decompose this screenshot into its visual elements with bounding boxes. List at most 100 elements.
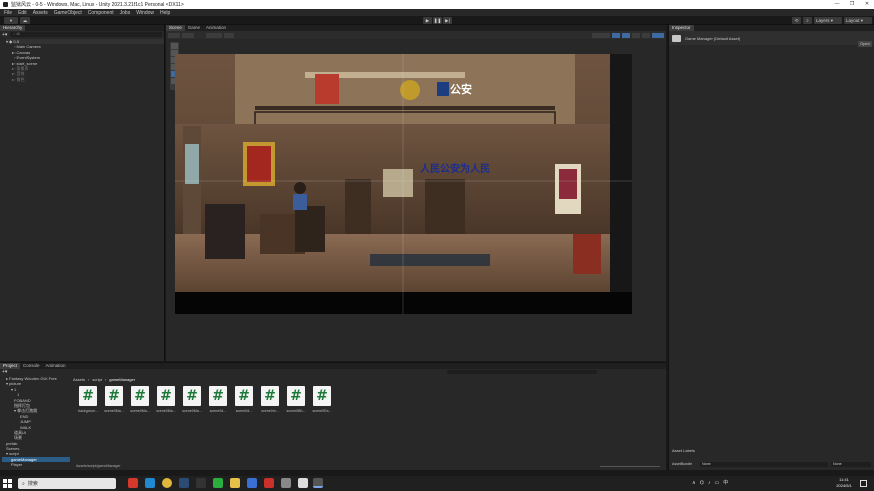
menu-gameobject[interactable]: GameObject xyxy=(54,10,82,16)
tab-hierarchy[interactable]: Hierarchy xyxy=(0,25,26,31)
script-file[interactable]: # scene0Ea... xyxy=(310,386,334,413)
folder-item[interactable]: Player xyxy=(2,462,70,467)
project-footer-path: Assets/script/gameManager xyxy=(76,464,121,468)
pause-button[interactable]: ❚❚ xyxy=(433,17,442,24)
2d-toggle-button[interactable] xyxy=(612,32,620,38)
script-file[interactable]: # scene0Ma... xyxy=(102,386,126,413)
play-button[interactable]: ▶ xyxy=(423,17,432,24)
volume-icon[interactable]: ♪ xyxy=(708,480,711,486)
folder-label: 1 xyxy=(14,386,17,392)
app-icon-gray[interactable] xyxy=(281,478,291,488)
app-icon-a[interactable] xyxy=(196,478,206,488)
asset-labels-header: Asset Labels xyxy=(672,448,695,453)
hierarchy-tree: ▾ ◆ 0-5 ▫ Main Camera ▸▫ Canvas ▫ EventS… xyxy=(0,39,164,82)
script-file[interactable]: # scene0Bh... xyxy=(284,386,308,413)
cloud-icon: ☁ xyxy=(22,18,28,23)
steam-icon[interactable] xyxy=(179,478,189,488)
app-icon-red[interactable] xyxy=(128,478,138,488)
grid-snap-button[interactable] xyxy=(206,32,222,38)
folder-label: 场景 xyxy=(14,435,22,441)
menu-jobs[interactable]: Jobs xyxy=(120,10,131,16)
hand-tool-icon[interactable] xyxy=(171,43,178,49)
hierarchy-item[interactable]: ▸▫ 角色 xyxy=(6,77,164,82)
layers-dropdown[interactable]: Layers ▾ xyxy=(814,17,842,24)
wps-icon[interactable] xyxy=(264,478,274,488)
gizmo-global-button[interactable] xyxy=(182,32,194,38)
main-toolbar: ▾ ☁ ▶ ❚❚ ▶| ⟲ ⌕ Layers ▾ Layout ▾ xyxy=(0,16,874,25)
unity-hub-icon[interactable] xyxy=(298,478,308,488)
menu-window[interactable]: Window xyxy=(136,10,154,16)
chevron-up-icon[interactable]: ∧ xyxy=(692,480,696,486)
file-label: scene0Ma... xyxy=(130,409,150,413)
search-button[interactable]: ⌕ xyxy=(803,17,812,24)
audio-toggle-button[interactable] xyxy=(632,32,640,38)
sign-top-text: 公安 xyxy=(450,83,472,96)
tree-label: start_scene xyxy=(16,60,38,66)
menu-component[interactable]: Component xyxy=(88,10,114,16)
unity-icon[interactable] xyxy=(313,478,323,488)
icon-size-slider[interactable] xyxy=(600,466,660,467)
scene-viewport[interactable]: 公安 人民公安为人民 xyxy=(175,54,632,314)
folder-label: END xyxy=(20,413,29,419)
csharp-script-icon: # xyxy=(287,386,305,406)
folder-label: 拳击打跑跳 xyxy=(17,408,38,414)
increment-snap-button[interactable] xyxy=(224,32,234,38)
script-file[interactable]: # backgroun... xyxy=(76,386,100,413)
network-icon[interactable]: ⌬ xyxy=(700,480,704,486)
script-file[interactable]: # scene0Ma... xyxy=(128,386,152,413)
close-button[interactable]: ✕ xyxy=(860,0,874,9)
step-button[interactable]: ▶| xyxy=(443,17,452,24)
chrome-icon[interactable] xyxy=(162,478,172,488)
menu-edit[interactable]: Edit xyxy=(18,10,27,16)
wechat-icon[interactable] xyxy=(213,478,223,488)
add-object-button[interactable]: +▾ xyxy=(2,32,7,38)
open-button[interactable]: Open xyxy=(858,41,872,47)
account-button[interactable]: ▾ xyxy=(4,17,18,24)
app-icon-blue[interactable] xyxy=(247,478,257,488)
unity-logo-icon xyxy=(3,2,8,7)
clock[interactable]: 11:41 2024/5/1 xyxy=(832,477,856,489)
minimize-button[interactable]: — xyxy=(830,0,844,9)
cloud-button[interactable]: ☁ xyxy=(20,17,30,24)
script-file[interactable]: # scene0Ma... xyxy=(154,386,178,413)
battery-icon[interactable]: ▭ xyxy=(715,480,720,486)
title-bar: 监狱风云 - 0-5 - Windows, Mac, Linux - Unity… xyxy=(0,0,874,9)
tab-animation-project[interactable]: Animation xyxy=(43,363,69,369)
tree-label: EventSystem xyxy=(16,55,41,61)
collab-button[interactable]: ⟲ xyxy=(792,17,801,24)
script-file[interactable]: # scene0m... xyxy=(258,386,282,413)
start-button[interactable] xyxy=(3,479,12,488)
csharp-script-icon: # xyxy=(313,386,331,406)
lighting-toggle-button[interactable] xyxy=(622,32,630,38)
script-file[interactable]: # scene0Ma... xyxy=(180,386,204,413)
taskbar-search-box[interactable]: ⌕ 搜索 xyxy=(18,478,116,489)
file-explorer-icon[interactable] xyxy=(230,478,240,488)
gizmos-toggle-button[interactable] xyxy=(652,32,664,38)
view-options-button[interactable] xyxy=(592,32,610,38)
asset-variant-dropdown[interactable]: None xyxy=(831,461,871,467)
maximize-button[interactable]: ❐ xyxy=(845,0,859,9)
folder-label: WALK xyxy=(20,424,32,430)
create-asset-button[interactable]: +▾ xyxy=(2,369,7,375)
effects-toggle-button[interactable] xyxy=(642,32,650,38)
menu-help[interactable]: Help xyxy=(160,10,170,16)
folder-label: prefab xyxy=(6,440,18,446)
asset-bundle-dropdown[interactable]: None xyxy=(700,461,828,467)
script-file[interactable]: # scene0d... xyxy=(206,386,230,413)
layers-label: Layers xyxy=(816,18,830,23)
tab-scene[interactable]: Scene xyxy=(166,25,185,31)
tree-label: 角色 xyxy=(16,76,25,82)
tab-game[interactable]: Game xyxy=(185,25,203,31)
menu-file[interactable]: File xyxy=(4,10,12,16)
hierarchy-search-input[interactable]: ⌕ All xyxy=(10,32,162,37)
tab-console[interactable]: Console xyxy=(20,363,43,369)
language-indicator[interactable]: 中 xyxy=(723,479,728,486)
layout-dropdown[interactable]: Layout ▾ xyxy=(844,17,872,24)
notification-icon[interactable] xyxy=(860,480,867,487)
tab-animation[interactable]: Animation xyxy=(203,25,229,31)
tab-inspector[interactable]: Inspector xyxy=(669,25,694,31)
gizmo-pivot-button[interactable] xyxy=(168,32,180,38)
edge-icon[interactable] xyxy=(145,478,155,488)
menu-assets[interactable]: Assets xyxy=(33,10,48,16)
script-file[interactable]: # scene0d... xyxy=(232,386,256,413)
